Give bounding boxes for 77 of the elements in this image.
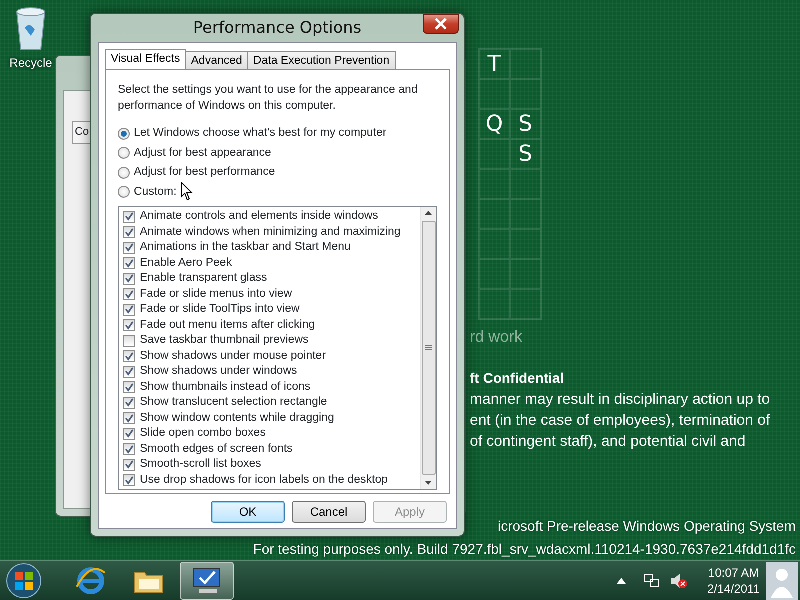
checkbox-label: Animations in the taskbar and Start Menu — [140, 240, 351, 256]
radio-label: Custom: — [134, 184, 177, 200]
checkbox[interactable] — [123, 210, 135, 223]
checkbox[interactable] — [123, 272, 135, 285]
grid-cell: T — [479, 49, 510, 79]
notice-text: ent (in the case of employees), termination of — [470, 411, 770, 431]
start-button-icon[interactable] — [6, 562, 42, 598]
confidential-title: ft Confidential — [470, 369, 566, 388]
cursor-icon — [181, 182, 193, 202]
close-icon — [434, 18, 448, 30]
grid-cell: S — [510, 139, 541, 169]
tab[interactable]: Data Execution Prevention — [247, 51, 396, 69]
dialog-button[interactable]: OK — [211, 501, 285, 523]
checkbox-label: Use drop shadows for icon labels on the desktop — [140, 472, 388, 488]
show-hidden-icons-icon[interactable] — [616, 578, 626, 584]
checkbox[interactable] — [123, 257, 135, 270]
checkbox[interactable] — [123, 319, 135, 332]
taskbar-button[interactable] — [180, 562, 234, 600]
checkbox-label: Slide open combo boxes — [140, 426, 266, 442]
browser-icon — [75, 564, 107, 596]
scrollbar[interactable] — [420, 207, 436, 489]
checkbox-label: Animate windows when minimizing and maximizing — [140, 224, 401, 240]
window-title: Performance Options — [193, 17, 362, 39]
checkbox-label: Save taskbar thumbnail previews — [140, 333, 309, 348]
checkbox[interactable] — [123, 381, 135, 394]
tab[interactable]: Advanced — [185, 51, 248, 69]
checkbox[interactable] — [123, 242, 135, 254]
grip-icon — [425, 345, 432, 351]
dialog-button[interactable]: Cancel — [292, 501, 366, 523]
checkbox[interactable] — [123, 288, 135, 300]
checkbox-label: Enable Aero Peek — [140, 256, 232, 271]
checkbox[interactable] — [123, 412, 135, 424]
checkbox-label: Animate controls and elements inside windows — [140, 209, 378, 224]
description-text: Select the settings you want to use for the appearance and performance of Windows on this computer. — [118, 83, 419, 114]
checkbox-label: Fade or slide ToolTips into view — [140, 302, 300, 318]
checkbox[interactable] — [123, 396, 135, 409]
heading-text: rd work — [470, 328, 524, 348]
checkbox-label: Smooth edges of screen fonts — [140, 442, 293, 457]
checkbox-label: Show thumbnails instead of icons — [140, 380, 311, 395]
tab[interactable]: Co — [72, 121, 92, 144]
checkbox[interactable] — [123, 304, 135, 316]
checkbox[interactable] — [123, 428, 135, 440]
grid-cell: S — [510, 109, 541, 139]
checkbox[interactable] — [123, 226, 135, 238]
radio-button[interactable] — [118, 186, 130, 198]
network-icon[interactable] — [644, 572, 660, 588]
build-watermark-text: icrosoft Pre-release Windows Operating System — [498, 518, 796, 535]
checkbox-label: Show shadows under mouse pointer — [140, 348, 326, 364]
radio-button[interactable] — [118, 128, 130, 140]
checkbox[interactable] — [123, 474, 135, 486]
checkbox[interactable] — [123, 350, 135, 362]
tab[interactable]: Visual Effects — [105, 49, 186, 69]
checkbox[interactable] — [123, 443, 135, 456]
checkbox-label: Fade or slide menus into view — [140, 286, 292, 302]
checkbox[interactable] — [123, 334, 135, 347]
checkbox-label: Show shadows under windows — [140, 364, 298, 380]
notice-text: of contingent staff), and potential civil and — [470, 432, 747, 452]
grid-cell: Q — [479, 109, 510, 139]
checkbox[interactable] — [123, 458, 135, 471]
desktop-icon-label: Recycle — [10, 55, 52, 72]
clock-time[interactable]: 10:07 AM — [708, 564, 760, 580]
radio-button[interactable] — [118, 147, 130, 160]
clock-date[interactable]: 2/14/2011 — [708, 580, 760, 596]
checkbox-label: Smooth-scroll list boxes — [140, 457, 262, 472]
checkbox-label: Show window contents while dragging — [140, 410, 334, 426]
checkbox[interactable] — [123, 366, 135, 378]
radio-label: Adjust for best appearance — [134, 146, 272, 161]
checkbox-label: Show translucent selection rectangle — [140, 395, 328, 410]
build-watermark-text: For testing purposes only. Build 7927.fbl_srv_wdacxml.110214-1930.7637e214fdd1d1fc — [253, 541, 796, 558]
checkbox-label: Fade out menu items after clicking — [140, 318, 316, 333]
volume-muted-icon[interactable] — [670, 572, 688, 588]
radio-label: Let Windows choose what's best for my computer — [134, 126, 387, 142]
checkbox-label: Enable transparent glass — [140, 271, 268, 286]
close-button[interactable] — [423, 14, 459, 34]
notice-text: manner may result in disciplinary action up to — [470, 390, 770, 410]
radio-button[interactable] — [118, 166, 130, 179]
radio-label: Adjust for best performance — [134, 165, 276, 180]
